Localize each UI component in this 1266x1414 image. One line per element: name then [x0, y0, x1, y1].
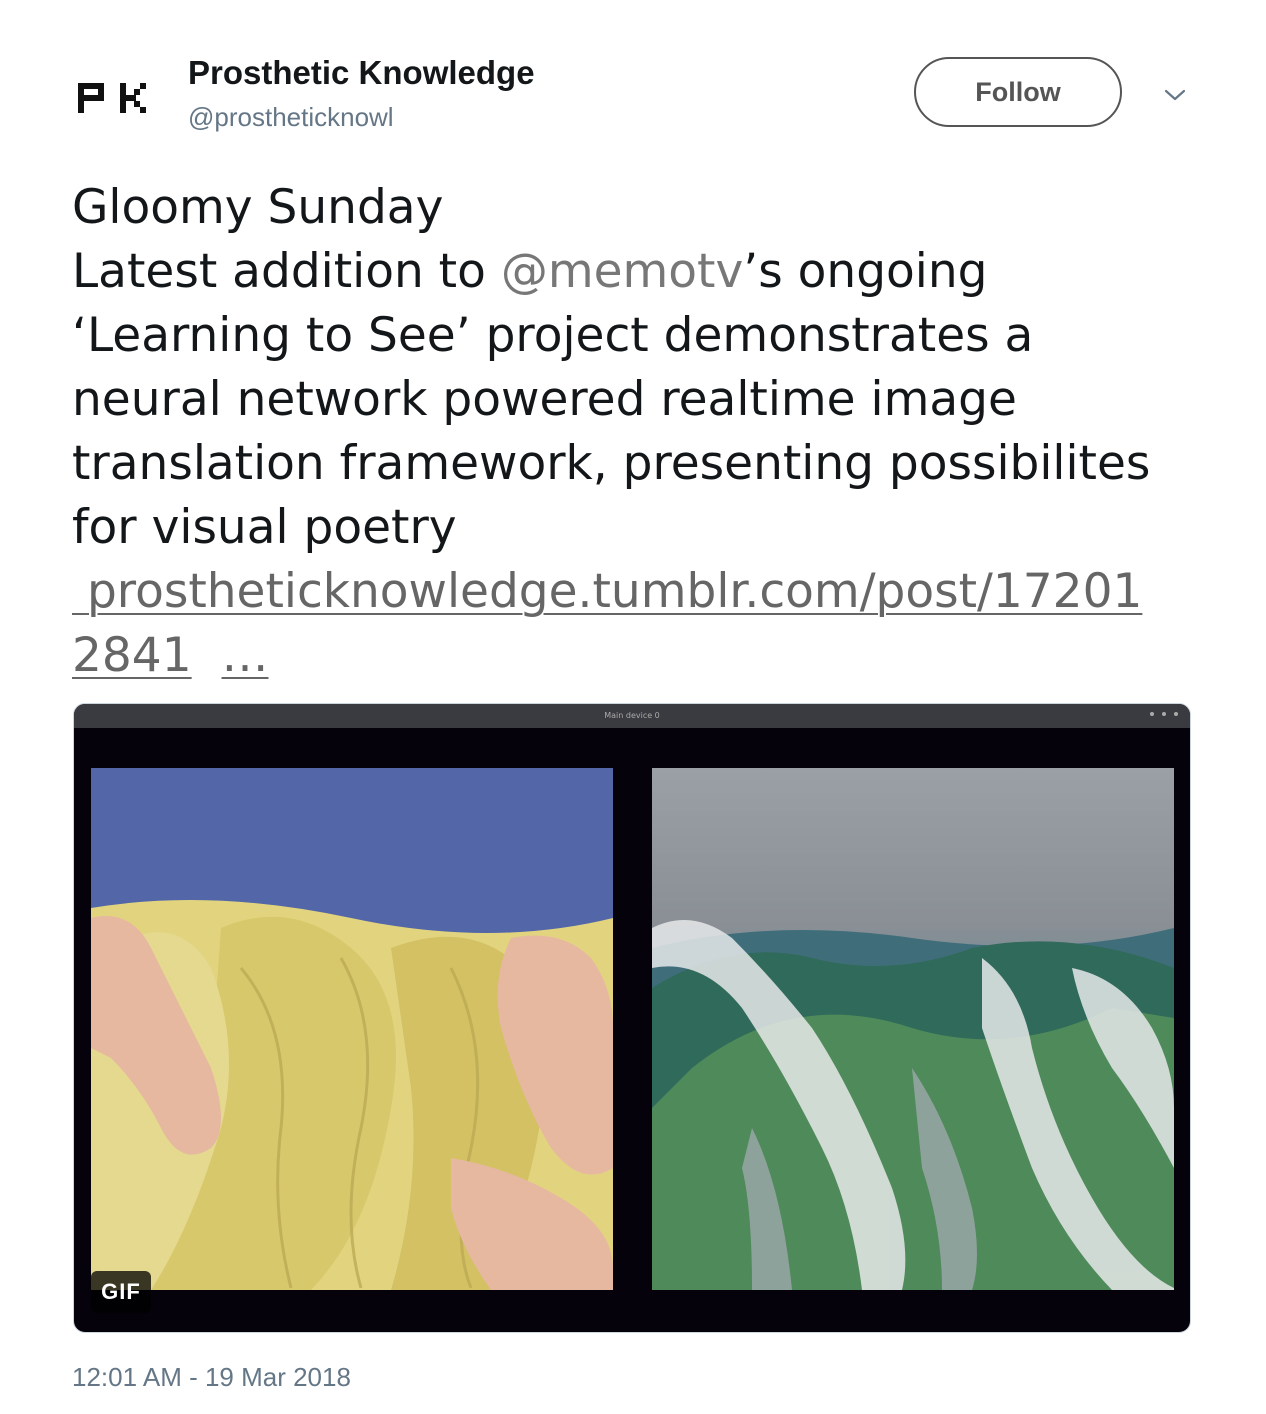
author-handle[interactable]: @prostheticknowl — [188, 102, 394, 133]
tweet-body: ‘Learning to See’ project demonstrates a… — [72, 308, 1151, 555]
url-link-part2: 2841 — [72, 628, 192, 683]
gif-badge: GIF — [91, 1271, 151, 1313]
output-frame-image — [652, 768, 1174, 1290]
follow-button[interactable]: Follow — [914, 57, 1122, 127]
window-controls — [1150, 712, 1178, 716]
tweet-header: Prosthetic Knowledge @prostheticknowl Fo… — [0, 0, 1266, 150]
tweet-line-suffix: ’s ongoing — [743, 244, 988, 299]
tweet-line-prefix: Latest addition to — [72, 244, 501, 299]
author-name[interactable]: Prosthetic Knowledge — [188, 54, 535, 92]
more-options-button[interactable] — [1160, 80, 1190, 110]
gif-media[interactable]: Main device 0 GIF — [73, 703, 1191, 1333]
pk-logo-icon — [78, 83, 146, 113]
url-ellipsis[interactable]: … — [222, 628, 269, 683]
input-frame-image — [91, 768, 613, 1290]
window-titlebar: Main device 0 — [74, 704, 1190, 728]
mention-link[interactable]: @memotv — [501, 244, 743, 299]
avatar[interactable] — [72, 62, 172, 132]
window-title: Main device 0 — [604, 711, 660, 720]
chevron-down-icon — [1164, 89, 1186, 101]
tweet-title: Gloomy Sunday — [72, 180, 444, 235]
tweet-timestamp[interactable]: 12:01 AM - 19 Mar 2018 — [72, 1362, 351, 1393]
url-link-part1: prostheticknowledge.tumblr.com/post/1720… — [86, 564, 1143, 619]
tweet-text: Gloomy Sunday Latest addition to @memotv… — [72, 176, 1192, 688]
